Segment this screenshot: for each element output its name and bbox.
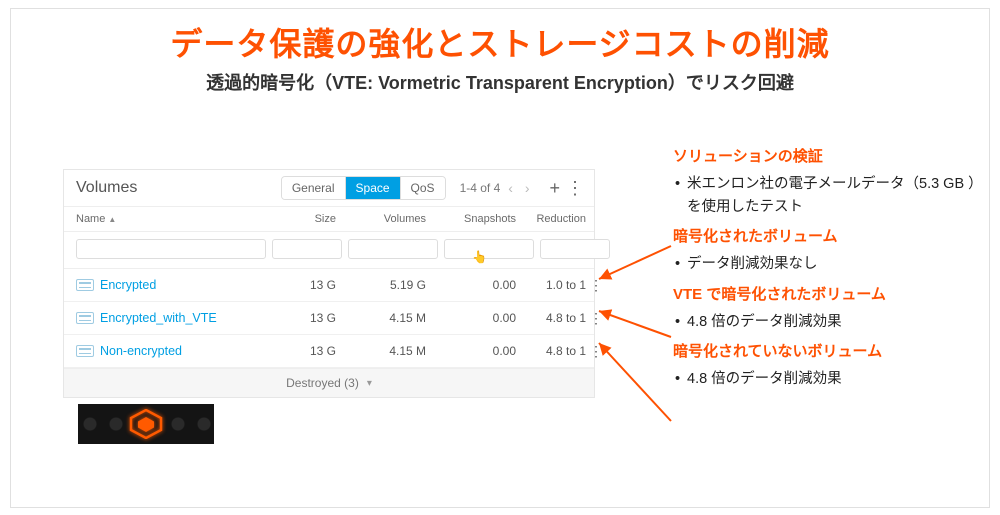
cell-size: 13 G xyxy=(266,344,336,358)
col-snapshots[interactable]: Snapshots xyxy=(426,213,516,225)
panel-title: Volumes xyxy=(76,179,281,197)
tab-qos[interactable]: QoS xyxy=(400,177,445,199)
volume-name-text: Encrypted_with_VTE xyxy=(100,311,217,325)
pure-logo-icon xyxy=(129,409,163,439)
table-header-row: Name▲ Size Volumes Snapshots Reduction xyxy=(64,207,594,232)
col-name-label: Name xyxy=(76,213,105,225)
volume-name-text: Non-encrypted xyxy=(100,344,182,358)
tab-general[interactable]: General xyxy=(282,177,345,199)
bullet-text: データ削減効果なし xyxy=(687,253,983,276)
row-overflow-icon[interactable]: ⋮ xyxy=(586,343,606,360)
table-row: Encrypted 13 G 5.19 G 0.00 1.0 to 1 ⋮ xyxy=(64,269,594,302)
col-reduction[interactable]: Reduction xyxy=(516,213,586,225)
filter-size-input[interactable] xyxy=(272,239,342,259)
cell-volumes: 4.15 M xyxy=(336,344,426,358)
volume-icon xyxy=(76,279,94,291)
table-row: Non-encrypted 13 G 4.15 M 0.00 4.8 to 1 … xyxy=(64,335,594,368)
overflow-icon[interactable]: ⋮ xyxy=(566,178,584,199)
annotation-column: ソリューションの検証 米エンロン社の電子メールデータ（5.3 GB ）を使用した… xyxy=(673,139,983,397)
col-name[interactable]: Name▲ xyxy=(76,213,266,225)
volume-link[interactable]: Encrypted xyxy=(76,278,266,292)
col-size[interactable]: Size xyxy=(266,213,336,225)
add-icon[interactable]: + xyxy=(549,178,560,199)
filter-row xyxy=(64,232,594,269)
cell-reduction: 4.8 to 1 xyxy=(516,311,586,325)
row-overflow-icon[interactable]: ⋮ xyxy=(586,277,606,294)
row-count: 1-4 of 4 xyxy=(460,181,501,195)
bullet-text: 4.8 倍のデータ削減効果 xyxy=(687,368,983,391)
volume-icon xyxy=(76,345,94,357)
panel-header: Volumes General Space QoS 1-4 of 4 ‹ › +… xyxy=(64,170,594,207)
section-heading-encrypted: 暗号化されたボリューム xyxy=(673,225,983,249)
filter-snapshots-input[interactable] xyxy=(444,239,534,259)
chevron-down-icon: ▾ xyxy=(367,378,372,389)
cell-volumes: 5.19 G xyxy=(336,278,426,292)
volumes-panel: Volumes General Space QoS 1-4 of 4 ‹ › +… xyxy=(63,169,595,398)
subtitle: 透過的暗号化（VTE: Vormetric Transparent Encryp… xyxy=(11,69,989,95)
filter-volumes-input[interactable] xyxy=(348,239,438,259)
volume-link[interactable]: Non-encrypted xyxy=(76,344,266,358)
cell-size: 13 G xyxy=(266,311,336,325)
filter-name-input[interactable] xyxy=(76,239,266,259)
table-row: Encrypted_with_VTE 13 G 4.15 M 0.00 4.8 … xyxy=(64,302,594,335)
bullet-text: 4.8 倍のデータ削減効果 xyxy=(687,311,983,334)
filter-reduction-input[interactable] xyxy=(540,239,610,259)
cell-snapshots: 0.00 xyxy=(426,311,516,325)
main-title: データ保護の強化とストレージコストの削減 xyxy=(11,19,989,65)
destroyed-section-toggle[interactable]: Destroyed (3) ▾ xyxy=(64,368,594,397)
row-overflow-icon[interactable]: ⋮ xyxy=(586,310,606,327)
bullet-text: 米エンロン社の電子メールデータ（5.3 GB ）を使用したテスト xyxy=(687,173,983,219)
volume-name-text: Encrypted xyxy=(100,278,156,292)
cell-snapshots: 0.00 xyxy=(426,278,516,292)
cell-reduction: 1.0 to 1 xyxy=(516,278,586,292)
tab-group: General Space QoS xyxy=(281,176,446,200)
volume-link[interactable]: Encrypted_with_VTE xyxy=(76,311,266,325)
volume-icon xyxy=(76,312,94,324)
cell-size: 13 G xyxy=(266,278,336,292)
section-heading-verification: ソリューションの検証 xyxy=(673,145,983,169)
section-heading-vte: VTE で暗号化されたボリューム xyxy=(673,283,983,307)
cell-volumes: 4.15 M xyxy=(336,311,426,325)
logo-badge xyxy=(78,404,214,444)
sort-asc-icon: ▲ xyxy=(108,215,116,224)
tab-space[interactable]: Space xyxy=(345,177,400,199)
section-heading-nonencrypted: 暗号化されていないボリューム xyxy=(673,340,983,364)
destroyed-label: Destroyed (3) xyxy=(286,376,359,390)
cell-reduction: 4.8 to 1 xyxy=(516,344,586,358)
cell-snapshots: 0.00 xyxy=(426,344,516,358)
col-volumes[interactable]: Volumes xyxy=(336,213,426,225)
pager[interactable]: ‹ › xyxy=(508,180,533,196)
